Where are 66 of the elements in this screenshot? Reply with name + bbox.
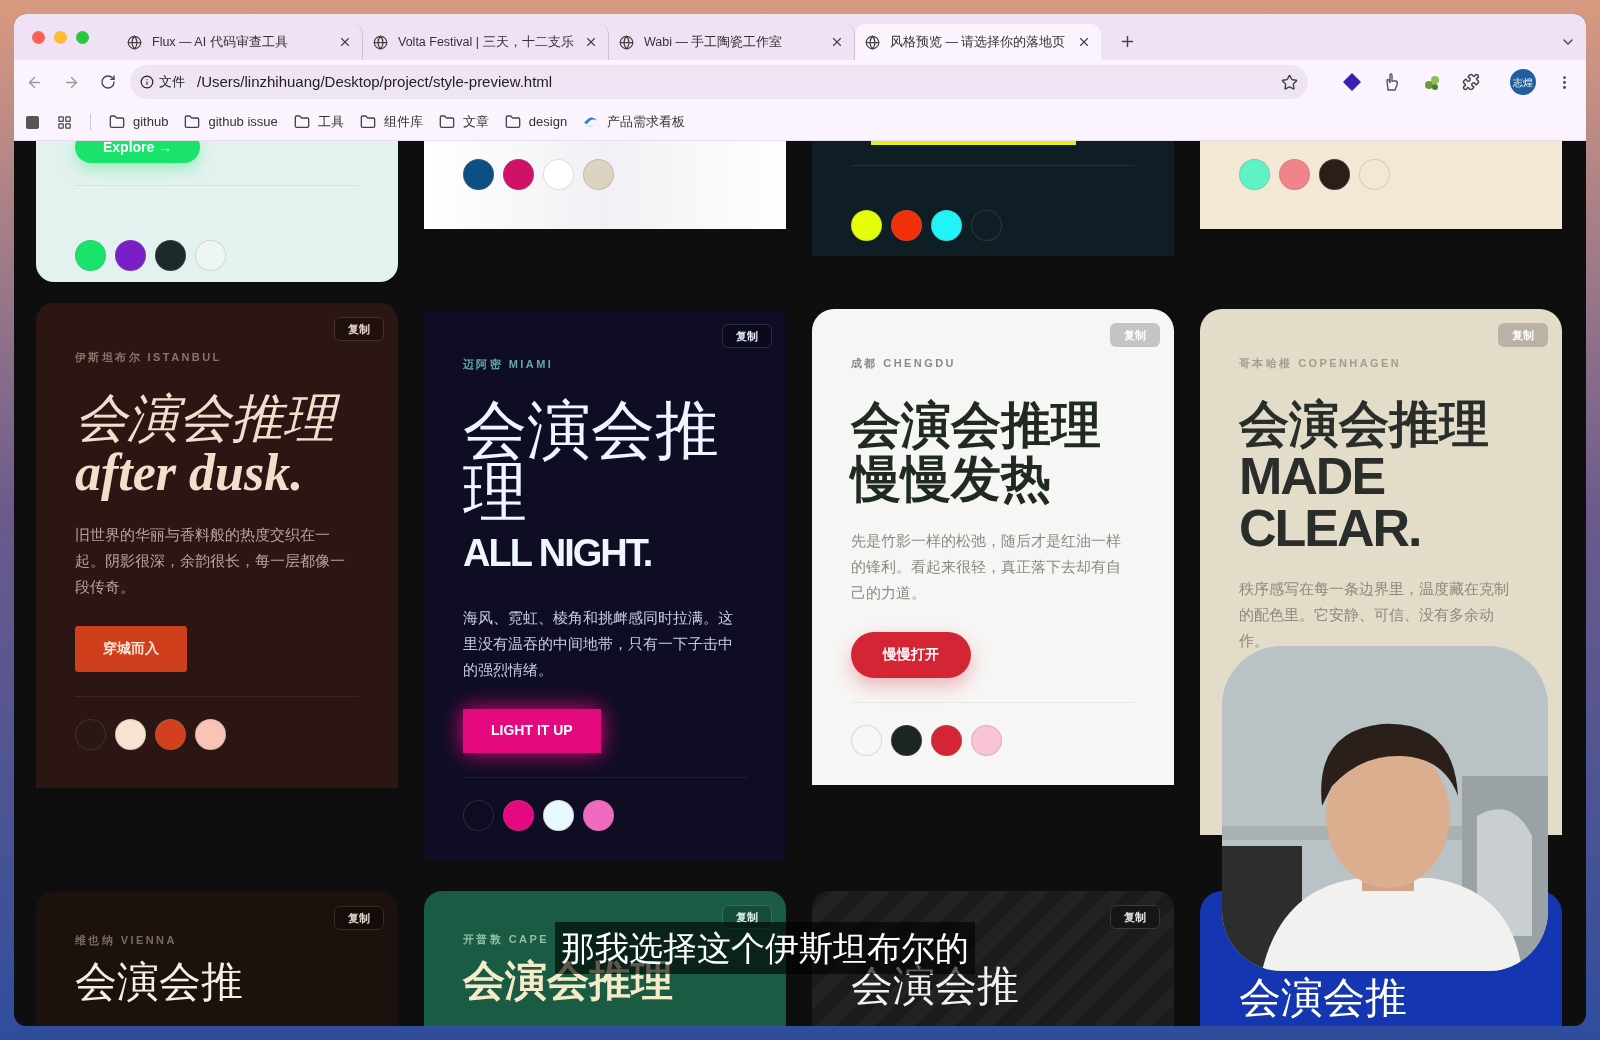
card-description: 海风、霓虹、棱角和挑衅感同时拉满。这里没有温吞的中间地带，只有一下子击中的强烈情绪。: [463, 607, 734, 680]
card-heading: MADE CLEAR.: [1239, 449, 1421, 554]
card-heading: 会演会推理: [463, 398, 720, 523]
address-bar[interactable]: 文件 /Users/linzhihuang/Desktop/project/style-preview.html: [130, 65, 1308, 99]
bookmark-item[interactable]: 产品需求看板: [607, 112, 686, 132]
card-description: 先是竹影一样的松弛，随后才是红油一样的锋利。看起来很轻，真正落下去却有自己的力道。: [851, 530, 1122, 603]
folder-icon[interactable]: [359, 114, 376, 130]
bookmark-item[interactable]: 工具: [317, 112, 344, 132]
card-description: 旧世界的华丽与香料般的热度交织在一起。阴影很深，余韵很长，每一层都像一段传奇。: [75, 524, 346, 597]
card-heading: 会演会推理: [851, 397, 1102, 452]
card-heading: ALL NIGHT.: [463, 530, 652, 576]
bookmark-star-icon[interactable]: [1281, 73, 1298, 91]
security-chip[interactable]: 文件: [159, 72, 185, 92]
close-icon[interactable]: [584, 35, 598, 49]
apps-grid-icon[interactable]: [57, 114, 72, 130]
copy-button[interactable]: 复制: [722, 324, 772, 348]
globe-icon: [619, 34, 634, 50]
copy-button[interactable]: 复制: [1110, 905, 1160, 929]
tab-title: 风格预览 — 请选择你的落地页: [890, 33, 1067, 51]
bookmark-item[interactable]: 组件库: [383, 112, 423, 132]
city-label: 成都 CHENGDU: [851, 356, 957, 371]
folder-icon[interactable]: [184, 114, 201, 130]
folder-icon[interactable]: [438, 114, 455, 130]
info-icon[interactable]: [140, 75, 154, 89]
city-label: 哥本哈根 COPENHAGEN: [1239, 356, 1403, 371]
diamond-icon[interactable]: [1342, 72, 1362, 92]
city-label: 伊斯坦布尔 ISTANBUL: [75, 350, 223, 365]
copy-button[interactable]: 复制: [334, 317, 384, 341]
city-label: 迈阿密 MIAMI: [463, 357, 555, 372]
extensions-icon[interactable]: [1462, 73, 1480, 91]
card-heading: after dusk.: [75, 445, 305, 500]
card-description: 秩序感写在每一条边界里，温度藏在克制的配色里。它安静、可信、没有多余动作。: [1239, 578, 1510, 651]
card-heading: 会演会推: [75, 958, 243, 1005]
close-icon[interactable]: [338, 35, 352, 49]
cta-button[interactable]: 穿城而入: [75, 625, 187, 672]
browser-tab[interactable]: 风格预览 — 请选择你的落地页: [855, 24, 1101, 60]
new-tab-icon[interactable]: [1119, 33, 1136, 50]
close-icon[interactable]: [830, 35, 844, 49]
card-heading: 会演会推理: [1239, 397, 1490, 450]
globe-icon: [373, 34, 388, 50]
folder-icon[interactable]: [293, 114, 310, 130]
copy-button[interactable]: 复制: [334, 906, 384, 930]
bookmark-item[interactable]: github: [133, 112, 169, 132]
tab-title: Wabi — 手工陶瓷工作室: [644, 33, 784, 51]
city-label: 维也纳 VIENNA: [75, 933, 177, 948]
folder-icon[interactable]: [109, 114, 125, 130]
bookmark-item[interactable]: design: [528, 112, 568, 132]
cta-button[interactable]: 慢慢打开: [851, 631, 971, 678]
tab-title: Flux — AI 代码审查工具: [152, 33, 289, 51]
city-label: 开普敦 CAPE: [463, 932, 549, 947]
close-icon[interactable]: [1077, 35, 1091, 49]
tab-title: Volta Festival | 三天，十二支乐: [398, 33, 574, 51]
globe-icon: [865, 34, 880, 50]
reload-icon[interactable]: [100, 74, 116, 90]
square-icon[interactable]: [26, 115, 39, 129]
cta-button[interactable]: LIGHT IT UP: [463, 708, 601, 753]
bookmark-item[interactable]: github issue: [208, 112, 278, 132]
url-text: /Users/linzhihuang/Desktop/project/style-preview.html: [197, 71, 554, 92]
card-heading: 会演会推: [1239, 975, 1407, 1021]
globe-icon: [127, 34, 142, 50]
card-heading: 会演会推理: [75, 391, 359, 446]
profile-avatar[interactable]: 志煌: [1510, 69, 1536, 95]
card-heading: 慢慢发热: [851, 451, 1052, 506]
bookmark-item[interactable]: 文章: [462, 112, 489, 132]
copy-button[interactable]: 复制: [722, 905, 772, 929]
folder-icon[interactable]: [504, 114, 521, 130]
